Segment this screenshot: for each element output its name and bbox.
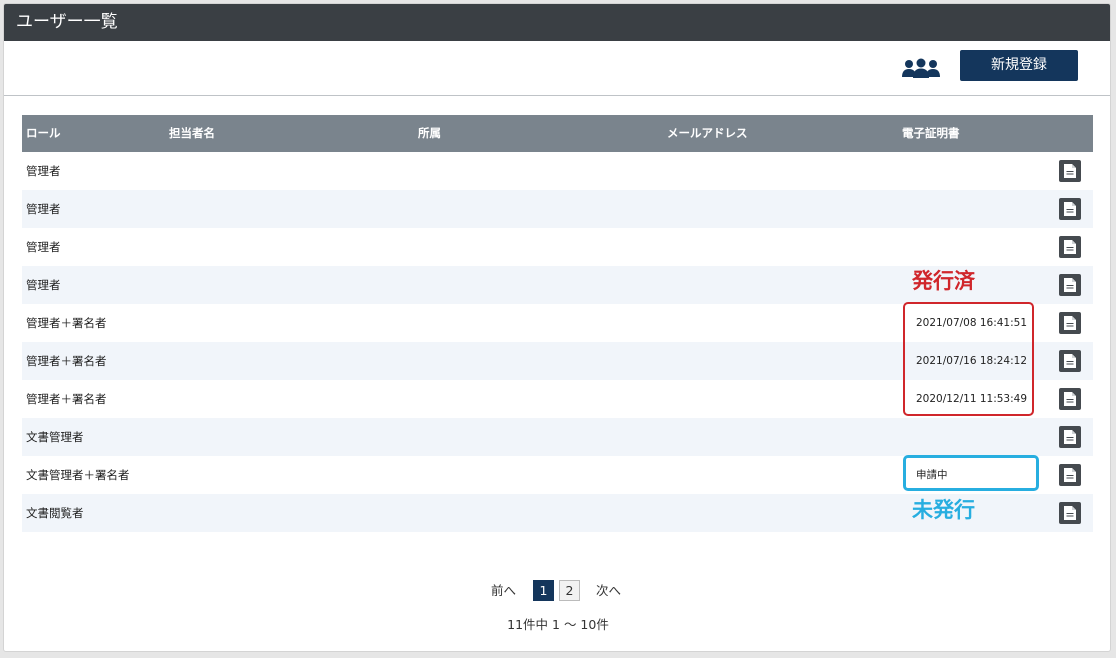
role-cell: 管理者＋署名者 — [26, 354, 107, 368]
document-icon — [1064, 468, 1076, 482]
header-role[interactable]: ロール — [26, 115, 61, 152]
role-cell: 管理者＋署名者 — [26, 392, 107, 406]
certificate-document-button[interactable] — [1059, 388, 1081, 410]
role-cell: 管理者 — [26, 240, 61, 254]
table-row: 管理者 — [22, 228, 1093, 266]
role-cell: 管理者 — [26, 164, 61, 178]
header-dept[interactable]: 所属 — [418, 115, 441, 152]
result-count: 11件中 1 ～ 10件 — [507, 617, 609, 632]
page-1-button[interactable]: 1 — [533, 580, 554, 601]
table-row: 管理者 — [22, 190, 1093, 228]
certificate-document-button[interactable] — [1059, 198, 1081, 220]
not-issued-annotation: 未発行 — [912, 498, 975, 522]
header-name[interactable]: 担当者名 — [169, 115, 215, 152]
role-cell: 文書管理者 — [26, 430, 84, 444]
document-icon — [1064, 392, 1076, 406]
certificate-document-button[interactable] — [1059, 312, 1081, 334]
issued-highlight — [903, 302, 1034, 416]
document-icon — [1064, 354, 1076, 368]
next-page-link[interactable]: 次へ — [596, 580, 621, 602]
role-cell: 管理者 — [26, 278, 61, 292]
document-icon — [1064, 430, 1076, 444]
table-row: 管理者 — [22, 152, 1093, 190]
document-icon — [1064, 506, 1076, 520]
page-title: ユーザー一覧 — [4, 4, 1110, 41]
certificate-document-button[interactable] — [1059, 236, 1081, 258]
document-icon — [1064, 278, 1076, 292]
document-icon — [1064, 202, 1076, 216]
certificate-document-button[interactable] — [1059, 502, 1081, 524]
certificate-document-button[interactable] — [1059, 160, 1081, 182]
not-issued-highlight — [903, 455, 1039, 491]
header-cert[interactable]: 電子証明書 — [902, 115, 960, 152]
toolbar: 新規登録 — [4, 41, 1110, 96]
certificate-document-button[interactable] — [1059, 464, 1081, 486]
role-cell: 管理者＋署名者 — [26, 316, 107, 330]
role-cell: 管理者 — [26, 202, 61, 216]
certificate-document-button[interactable] — [1059, 274, 1081, 296]
header-email[interactable]: メールアドレス — [667, 115, 748, 152]
issued-annotation: 発行済 — [912, 269, 975, 293]
users-icon[interactable] — [901, 57, 941, 81]
role-cell: 文書閲覧者 — [26, 506, 84, 520]
page-2-button[interactable]: 2 — [559, 580, 580, 601]
document-icon — [1064, 164, 1076, 178]
document-icon — [1064, 316, 1076, 330]
certificate-document-button[interactable] — [1059, 426, 1081, 448]
document-icon — [1064, 240, 1076, 254]
table-row: 文書管理者 — [22, 418, 1093, 456]
new-registration-button[interactable]: 新規登録 — [960, 50, 1078, 81]
user-list-panel: ユーザー一覧 新規登録 ロール 担当者名 所属 メールアドレス 電子証明書 管理… — [3, 3, 1111, 652]
table-header: ロール 担当者名 所属 メールアドレス 電子証明書 — [22, 115, 1093, 152]
certificate-document-button[interactable] — [1059, 350, 1081, 372]
role-cell: 文書管理者＋署名者 — [26, 468, 130, 482]
pagination: 前へ 1 2 次へ — [4, 580, 1110, 602]
prev-page-link[interactable]: 前へ — [491, 580, 516, 602]
